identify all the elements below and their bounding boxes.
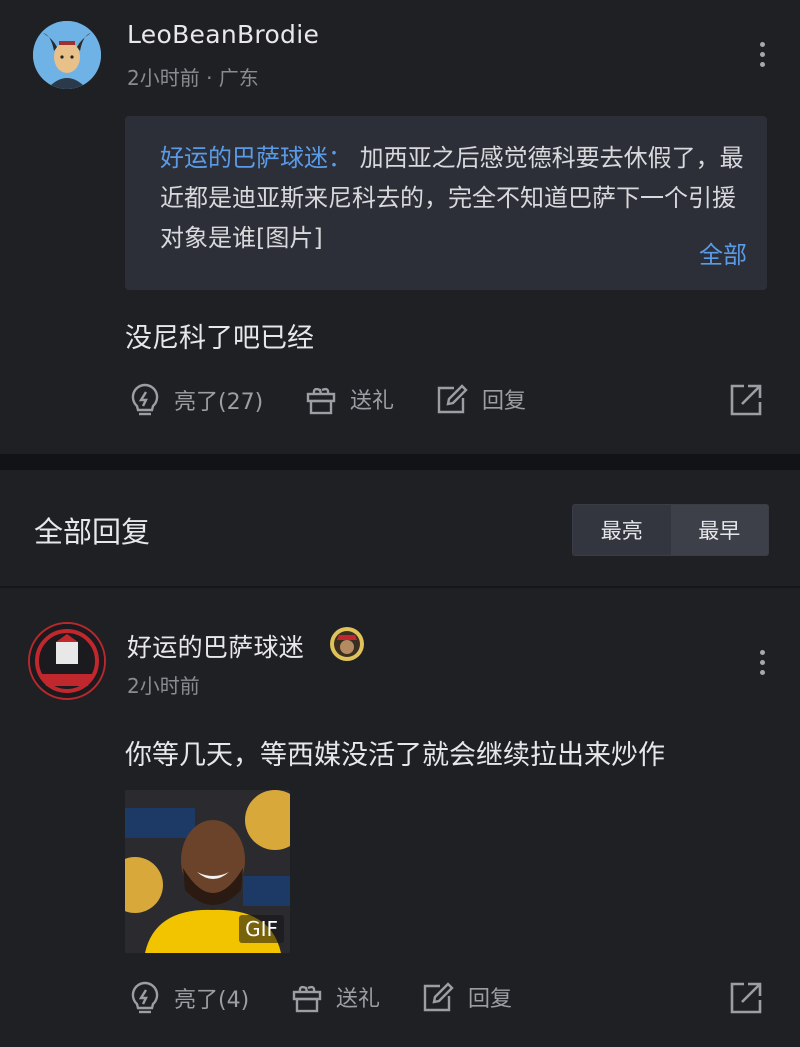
replies-title: 全部回复 <box>34 515 151 549</box>
like-button[interactable]: 亮了(4) <box>128 980 249 1016</box>
like-count: 亮了(27) <box>174 390 264 415</box>
reply-label: 回复 <box>482 389 527 414</box>
post-text: 没尼科了吧已经 <box>125 323 314 354</box>
edit-icon <box>423 982 454 1012</box>
gift-button[interactable]: 送礼 <box>290 980 380 1014</box>
post-meta: 2小时前 · 广东 <box>127 66 259 90</box>
sort-option-earliest[interactable]: 最早 <box>670 505 768 555</box>
expand-quote-link[interactable]: 全部 <box>699 235 747 270</box>
sort-option-hottest[interactable]: 最亮 <box>573 505 671 555</box>
gift-label: 送礼 <box>336 987 381 1012</box>
more-options-icon[interactable] <box>760 650 766 680</box>
sort-toggle[interactable]: 最亮 最早 <box>572 504 769 556</box>
share-button[interactable] <box>728 980 764 1020</box>
gif-badge: GIF <box>239 915 284 943</box>
lightbulb-icon <box>131 383 159 416</box>
quote-body: 好运的巴萨球迷： 加西亚之后感觉德科要去休假了，最近都是迪亚斯来尼科去的，完全不… <box>160 138 750 258</box>
section-separator <box>0 454 800 470</box>
author-name[interactable]: LeoBeanBrodie <box>127 20 319 49</box>
gift-icon <box>306 387 336 415</box>
like-count: 亮了(4) <box>174 988 250 1013</box>
avatar-illustration <box>33 21 101 89</box>
edit-icon <box>437 384 468 414</box>
avatar-badge <box>30 624 104 698</box>
share-button[interactable] <box>728 382 764 422</box>
share-icon <box>730 384 762 416</box>
more-options-icon[interactable] <box>760 42 766 72</box>
reply-button[interactable]: 回复 <box>434 382 526 416</box>
team-badge-icon <box>328 625 366 667</box>
reply-label: 回复 <box>468 987 513 1012</box>
reply-text: 你等几天，等西媒没活了就会继续拉出来炒作 <box>125 740 665 771</box>
reply-meta: 2小时前 <box>127 674 200 698</box>
lightbulb-icon <box>131 981 159 1014</box>
share-icon <box>730 982 762 1014</box>
reply-gif-image[interactable]: GIF <box>125 790 290 953</box>
avatar[interactable] <box>33 21 101 89</box>
avatar[interactable] <box>28 622 106 700</box>
gift-button[interactable]: 送礼 <box>304 382 394 416</box>
quoted-comment[interactable]: 好运的巴萨球迷： 加西亚之后感觉德科要去休假了，最近都是迪亚斯来尼科去的，完全不… <box>125 116 767 290</box>
reply-button[interactable]: 回复 <box>420 980 512 1014</box>
reply-author-name[interactable]: 好运的巴萨球迷 <box>127 628 304 664</box>
divider <box>0 586 800 588</box>
quote-author[interactable]: 好运的巴萨球迷： <box>160 144 352 172</box>
gift-label: 送礼 <box>350 389 395 414</box>
like-button[interactable]: 亮了(27) <box>128 382 263 418</box>
gift-icon <box>292 985 322 1013</box>
